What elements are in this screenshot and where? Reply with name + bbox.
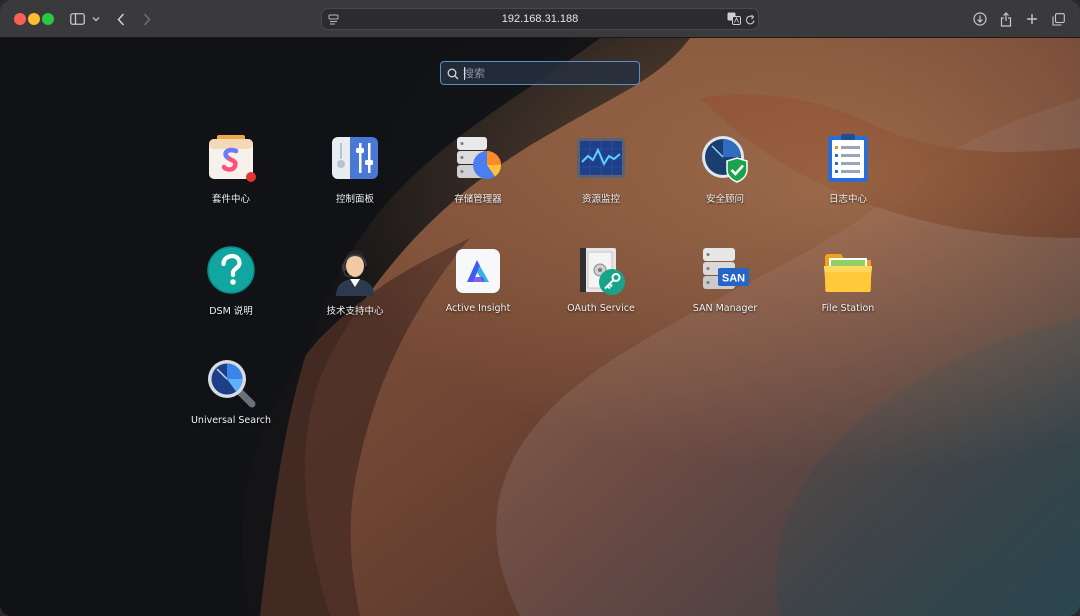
dsm-desktop: 套件中心 控制面板 bbox=[0, 38, 1080, 616]
downloads-icon[interactable] bbox=[972, 10, 988, 28]
browser-window: 192.168.31.188 搜索 套件中心 控制面板 存储管理器 资源监控 安… bbox=[0, 0, 1080, 616]
app-label: File Station bbox=[821, 303, 875, 314]
app-label: Active Insight bbox=[445, 303, 511, 314]
close-window-button[interactable] bbox=[14, 13, 26, 25]
support-center-icon bbox=[336, 250, 374, 296]
app-label: 控制面板 bbox=[335, 194, 374, 205]
app-active-insight[interactable]: Active Insight bbox=[423, 246, 533, 314]
search-input[interactable] bbox=[463, 65, 633, 81]
san-manager-icon: SAN bbox=[703, 248, 749, 289]
app-dsm-help[interactable]: DSM 说明 bbox=[176, 246, 286, 317]
app-label: 日志中心 bbox=[828, 194, 867, 205]
app-support-center[interactable]: 技术支持中心 bbox=[300, 246, 410, 317]
active-insight-icon bbox=[456, 249, 500, 293]
zoom-window-button[interactable] bbox=[42, 13, 54, 25]
universal-search-icon bbox=[208, 360, 256, 408]
app-package-center[interactable]: 套件中心 bbox=[176, 134, 286, 205]
app-label: 资源监控 bbox=[581, 194, 620, 205]
search-icon bbox=[447, 67, 459, 85]
browser-toolbar: 192.168.31.188 bbox=[0, 0, 1080, 38]
app-label: SAN Manager bbox=[692, 303, 758, 314]
app-log-center[interactable]: 日志中心 bbox=[793, 134, 903, 205]
minimize-window-button[interactable] bbox=[28, 13, 40, 25]
url-text[interactable]: 192.168.31.188 bbox=[322, 9, 758, 29]
resource-monitor-icon bbox=[577, 138, 625, 178]
app-label: Universal Search bbox=[190, 415, 272, 426]
app-label: 存储管理器 bbox=[454, 194, 502, 205]
app-label: 套件中心 bbox=[211, 194, 250, 205]
app-label: 安全顾问 bbox=[705, 194, 744, 205]
app-search-box[interactable] bbox=[440, 61, 640, 85]
reload-icon[interactable] bbox=[745, 13, 756, 31]
desktop-wallpaper bbox=[0, 38, 1080, 616]
oauth-service-icon bbox=[580, 248, 625, 295]
address-bar[interactable]: 192.168.31.188 bbox=[321, 8, 759, 30]
app-label: OAuth Service bbox=[567, 303, 635, 314]
control-panel-icon bbox=[332, 137, 378, 179]
package-center-icon bbox=[209, 135, 256, 182]
tab-overview-icon[interactable] bbox=[1050, 10, 1066, 28]
app-storage-manager[interactable]: 存储管理器 bbox=[423, 134, 533, 205]
log-center-icon bbox=[828, 134, 868, 182]
text-caret bbox=[464, 67, 465, 80]
back-icon[interactable] bbox=[114, 10, 128, 28]
app-label: 技术支持中心 bbox=[326, 306, 384, 317]
forward-icon[interactable] bbox=[140, 10, 154, 28]
app-oauth-service[interactable]: OAuth Service bbox=[546, 246, 656, 314]
app-security-advisor[interactable]: 安全顾问 bbox=[670, 134, 780, 205]
help-icon bbox=[207, 246, 255, 294]
share-icon[interactable] bbox=[998, 10, 1014, 28]
file-station-icon bbox=[824, 254, 872, 292]
chevron-down-icon[interactable] bbox=[91, 10, 101, 28]
security-advisor-icon bbox=[702, 136, 748, 183]
translate-icon[interactable] bbox=[727, 12, 741, 30]
app-label: DSM 说明 bbox=[209, 306, 253, 317]
app-resource-monitor[interactable]: 资源监控 bbox=[546, 134, 656, 205]
app-file-station[interactable]: File Station bbox=[793, 246, 903, 314]
app-control-panel[interactable]: 控制面板 bbox=[300, 134, 410, 205]
app-san-manager[interactable]: SAN SAN Manager bbox=[670, 246, 780, 314]
sidebar-toggle-icon[interactable] bbox=[69, 10, 85, 28]
app-universal-search[interactable]: Universal Search bbox=[176, 358, 286, 426]
storage-manager-icon bbox=[457, 137, 501, 179]
san-badge-text: SAN bbox=[722, 273, 745, 285]
new-tab-icon[interactable] bbox=[1024, 10, 1040, 28]
